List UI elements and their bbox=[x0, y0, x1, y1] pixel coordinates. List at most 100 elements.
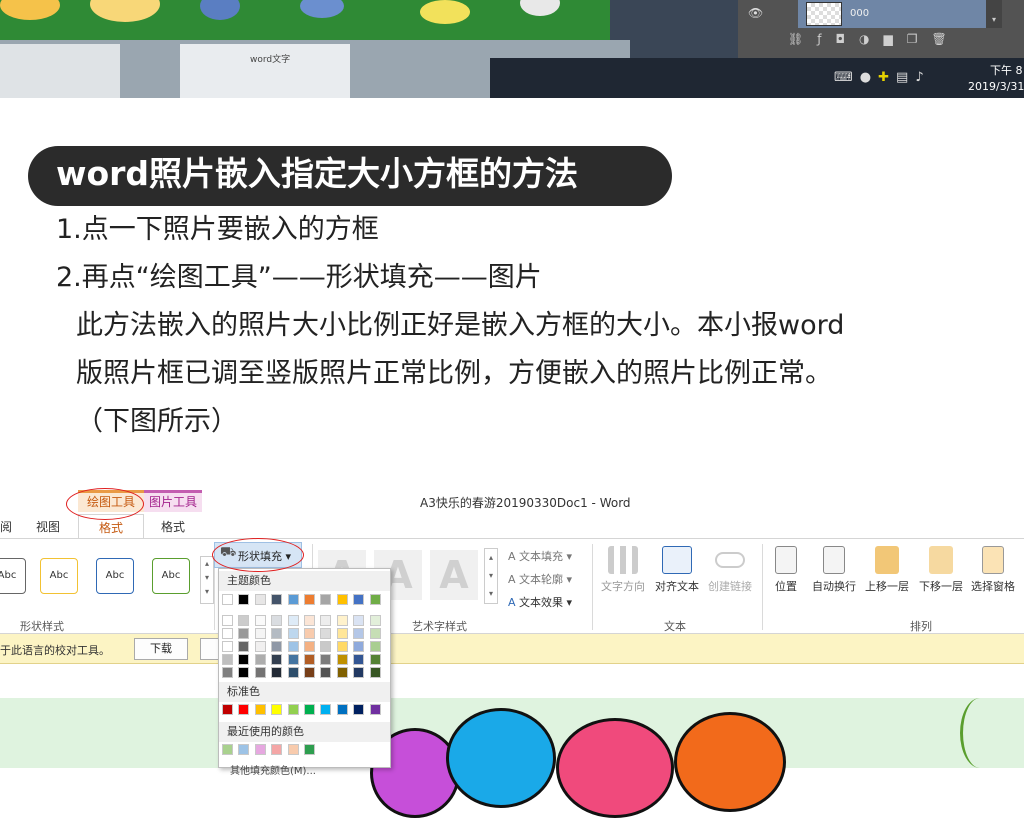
shape-style-sample[interactable]: Abc bbox=[152, 558, 190, 594]
color-swatch[interactable] bbox=[320, 594, 331, 605]
color-swatch[interactable] bbox=[222, 667, 233, 678]
color-swatch[interactable] bbox=[255, 641, 266, 652]
color-swatch[interactable] bbox=[337, 641, 348, 652]
color-swatch[interactable] bbox=[337, 654, 348, 665]
folder-icon[interactable]: ▆ bbox=[883, 32, 906, 46]
color-swatch[interactable] bbox=[353, 641, 364, 652]
create-link-button[interactable]: 创建链接 bbox=[704, 546, 756, 594]
text-direction-button[interactable]: 文字方向 bbox=[598, 546, 648, 594]
adjustment-icon[interactable]: ◑ bbox=[859, 32, 883, 46]
color-swatch[interactable] bbox=[271, 641, 282, 652]
color-swatch[interactable] bbox=[222, 744, 233, 755]
color-swatch[interactable] bbox=[288, 615, 299, 626]
color-swatch[interactable] bbox=[222, 594, 233, 605]
plus-icon[interactable]: ✚ bbox=[878, 70, 896, 85]
download-button[interactable]: 下载 bbox=[134, 638, 188, 660]
color-swatch[interactable] bbox=[370, 667, 381, 678]
color-swatch[interactable] bbox=[238, 704, 249, 715]
color-swatch[interactable] bbox=[353, 654, 364, 665]
align-text-button[interactable]: 对齐文本 bbox=[650, 546, 704, 594]
color-swatch[interactable] bbox=[353, 628, 364, 639]
color-swatch[interactable] bbox=[304, 744, 315, 755]
color-swatch[interactable] bbox=[238, 594, 249, 605]
clock-time[interactable]: 下午 8 bbox=[990, 62, 1023, 78]
clock-date[interactable]: 2019/3/31 bbox=[968, 80, 1024, 93]
fx-icon[interactable]: ƒ bbox=[817, 32, 835, 46]
color-swatch[interactable] bbox=[222, 628, 233, 639]
color-swatch[interactable] bbox=[370, 615, 381, 626]
color-swatch[interactable] bbox=[271, 704, 282, 715]
volume-icon[interactable]: ♪ bbox=[915, 70, 930, 85]
color-swatch[interactable] bbox=[304, 628, 315, 639]
color-swatch[interactable] bbox=[271, 594, 282, 605]
send-backward-button[interactable]: 下移一层 bbox=[914, 546, 968, 594]
chevron-down-icon[interactable]: ▾ bbox=[986, 0, 1002, 28]
color-swatch[interactable] bbox=[255, 615, 266, 626]
network-icon[interactable]: ▤ bbox=[896, 70, 915, 85]
gallery-scroll-buttons[interactable]: ▴ ▾ ▾ bbox=[484, 548, 498, 604]
color-swatch[interactable] bbox=[271, 744, 282, 755]
color-swatch[interactable] bbox=[238, 667, 249, 678]
eye-icon[interactable]: 👁 bbox=[748, 6, 763, 20]
color-swatch[interactable] bbox=[288, 641, 299, 652]
gallery-scroll-buttons[interactable]: ▴ ▾ ▾ bbox=[200, 556, 214, 604]
shape-style-sample[interactable]: Abc bbox=[40, 558, 78, 594]
color-swatch[interactable] bbox=[222, 704, 233, 715]
color-swatch[interactable] bbox=[370, 641, 381, 652]
color-swatch[interactable] bbox=[288, 628, 299, 639]
color-swatch[interactable] bbox=[337, 628, 348, 639]
color-swatch[interactable] bbox=[320, 628, 331, 639]
color-swatch[interactable] bbox=[304, 615, 315, 626]
color-swatch[interactable] bbox=[304, 641, 315, 652]
color-swatch[interactable] bbox=[238, 641, 249, 652]
color-swatch[interactable] bbox=[353, 704, 364, 715]
color-swatch[interactable] bbox=[255, 744, 266, 755]
selection-pane-button[interactable]: 选择窗格 bbox=[966, 546, 1020, 594]
trash-icon[interactable]: 🗑 bbox=[931, 32, 960, 46]
color-swatch[interactable] bbox=[337, 615, 348, 626]
layer-tools-toolbar[interactable]: ⛓ƒ◘◑▆❐🗑 bbox=[788, 32, 961, 46]
color-swatch[interactable] bbox=[222, 615, 233, 626]
color-swatch[interactable] bbox=[271, 615, 282, 626]
tab-review[interactable]: 阅 bbox=[0, 514, 12, 538]
shape-style-sample[interactable]: Abc bbox=[0, 558, 26, 594]
text-effects-button[interactable]: A 文本效果 ▾ bbox=[508, 594, 572, 610]
shape-style-sample[interactable]: Abc bbox=[96, 558, 134, 594]
tab-picture-format[interactable]: 格式 bbox=[144, 514, 202, 538]
color-swatch[interactable] bbox=[320, 615, 331, 626]
color-swatch[interactable] bbox=[304, 667, 315, 678]
color-swatch[interactable] bbox=[255, 667, 266, 678]
keyboard-icon[interactable]: ⌨ bbox=[834, 70, 860, 85]
qq-icon[interactable]: ● bbox=[860, 70, 878, 85]
color-swatch[interactable] bbox=[271, 654, 282, 665]
color-swatch[interactable] bbox=[222, 641, 233, 652]
wordart-style-sample[interactable]: A bbox=[430, 550, 478, 600]
color-swatch[interactable] bbox=[320, 667, 331, 678]
color-swatch[interactable] bbox=[370, 654, 381, 665]
color-swatch[interactable] bbox=[337, 667, 348, 678]
color-swatch[interactable] bbox=[288, 704, 299, 715]
color-swatch[interactable] bbox=[255, 594, 266, 605]
position-button[interactable]: 位置 bbox=[770, 546, 802, 594]
color-swatch[interactable] bbox=[288, 667, 299, 678]
color-swatch[interactable] bbox=[353, 594, 364, 605]
color-swatch[interactable] bbox=[238, 628, 249, 639]
color-swatch[interactable] bbox=[353, 667, 364, 678]
color-swatch[interactable] bbox=[238, 744, 249, 755]
text-fill-button[interactable]: A 文本填充 ▾ bbox=[508, 548, 572, 564]
mask-icon[interactable]: ◘ bbox=[835, 32, 859, 46]
system-tray[interactable]: ⌨●✚▤♪ bbox=[834, 70, 931, 85]
color-swatch[interactable] bbox=[255, 628, 266, 639]
color-swatch[interactable] bbox=[238, 615, 249, 626]
new-layer-icon[interactable]: ❐ bbox=[907, 32, 932, 46]
color-swatch[interactable] bbox=[320, 641, 331, 652]
color-swatch[interactable] bbox=[238, 654, 249, 665]
color-swatch[interactable] bbox=[255, 654, 266, 665]
tab-view[interactable]: 视图 bbox=[30, 514, 66, 538]
color-swatch[interactable] bbox=[271, 667, 282, 678]
more-fill-colors-item[interactable]: 其他填充颜色(M)... bbox=[230, 762, 316, 777]
color-swatch[interactable] bbox=[337, 594, 348, 605]
color-swatch[interactable] bbox=[288, 594, 299, 605]
color-swatch[interactable] bbox=[304, 594, 315, 605]
color-swatch[interactable] bbox=[320, 704, 331, 715]
